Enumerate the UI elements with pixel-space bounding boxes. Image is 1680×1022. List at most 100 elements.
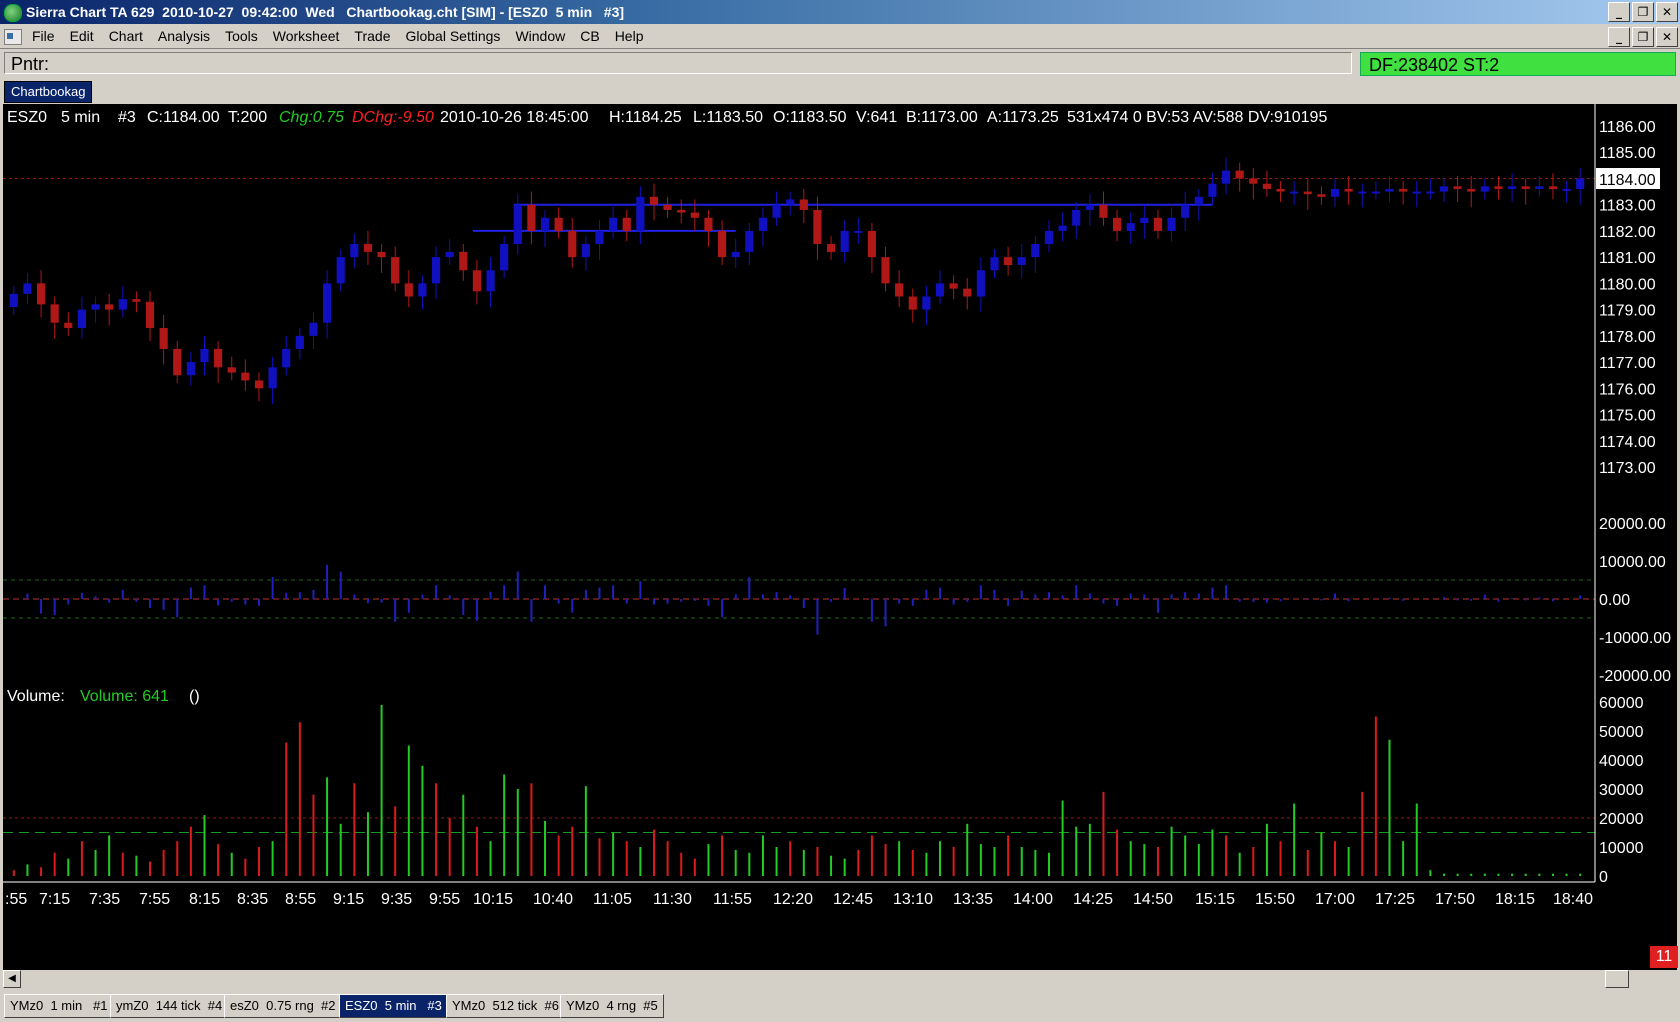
menu-analysis[interactable]: Analysis [158, 24, 210, 48]
candle-body [1399, 188, 1408, 192]
candle-body [1371, 191, 1380, 194]
time-axis-tick: 10:40 [533, 891, 573, 908]
candle-body [990, 257, 999, 271]
price-axis-tick: 1180.00 [1599, 276, 1656, 293]
chart-tab-1[interactable]: YMz0 1 min #1 [4, 994, 114, 1018]
chart-header-close: C:1184.00 [147, 109, 220, 126]
candle-body [1208, 183, 1217, 197]
menu-help[interactable]: Help [615, 24, 644, 48]
candle-body [881, 257, 890, 284]
menu-trade[interactable]: Trade [354, 24, 390, 48]
candle-body [1453, 186, 1462, 189]
menu-global-settings[interactable]: Global Settings [405, 24, 500, 48]
candle-body [472, 270, 481, 292]
candle-body [1044, 230, 1054, 245]
candle-body [9, 293, 18, 307]
volume-axis-tick: 60000 [1599, 695, 1644, 712]
candle-body [854, 230, 863, 233]
alert-count-badge[interactable]: 11 [1650, 946, 1678, 968]
child-minimize-button[interactable]: _ [1608, 27, 1630, 47]
time-axis-tick: :55 [5, 891, 27, 908]
candle-body [1085, 204, 1094, 210]
time-axis-tick: 13:10 [893, 891, 933, 908]
candle-body [1017, 257, 1026, 266]
candle-body [935, 283, 945, 297]
chart-header-interval: 5 min [61, 109, 100, 126]
menu-cb[interactable]: CB [580, 24, 599, 48]
candle-body [663, 204, 672, 210]
time-axis-tick: 13:35 [953, 891, 993, 908]
candle-body [23, 283, 32, 294]
candle-body [241, 372, 250, 381]
candle-body [867, 230, 876, 258]
candle-body [254, 380, 264, 389]
candle-body [1535, 186, 1544, 189]
price-axis-tick: 1185.00 [1599, 145, 1656, 162]
scrollbar-thumb[interactable] [1605, 970, 1629, 988]
chart-header-symbol: ESZ0 [7, 109, 47, 126]
price-axis-tick: 1186.00 [1599, 119, 1656, 136]
candle-body [1276, 188, 1285, 192]
time-axis-tick: 17:00 [1315, 891, 1355, 908]
candle-body [1099, 204, 1108, 218]
time-axis-tick: 15:50 [1255, 891, 1295, 908]
child-restore-button[interactable]: ❐ [1632, 27, 1654, 47]
time-axis-tick: 8:55 [285, 891, 316, 908]
pointer-field[interactable]: Pntr: [4, 52, 1352, 74]
restore-button[interactable]: ❐ [1632, 2, 1654, 22]
chart-canvas[interactable]: ESZ0 5 min #3 C:1184.00 T:200 Chg:0.75 D… [3, 104, 1677, 970]
time-axis-tick: 17:25 [1375, 891, 1415, 908]
price-axis-tick: 1177.00 [1599, 355, 1656, 372]
candle-body [323, 283, 332, 323]
menu-window[interactable]: Window [515, 24, 565, 48]
candle-body [105, 304, 114, 310]
time-axis-tick: 9:15 [333, 891, 364, 908]
child-close-button[interactable]: ✕ [1656, 27, 1678, 47]
candle-body [1004, 257, 1013, 266]
delta-axis-tick: -10000.00 [1599, 630, 1671, 647]
menu-file[interactable]: File [32, 24, 55, 48]
sierra-chart-app-icon[interactable] [4, 4, 22, 22]
scroll-left-arrow-icon[interactable]: ◀ [3, 970, 21, 988]
volume-axis-tick: 30000 [1599, 782, 1644, 799]
chart-area[interactable]: ESZ0 5 min #3 C:1184.00 T:200 Chg:0.75 D… [3, 104, 1677, 970]
time-axis-tick: 18:40 [1553, 891, 1593, 908]
chart-tab-4[interactable]: ESZ0 5 min #3 [339, 994, 448, 1018]
menu-chart[interactable]: Chart [109, 24, 143, 48]
chart-tab-5[interactable]: YMz0 512 tick #6 [446, 994, 565, 1018]
candle-body [1330, 188, 1340, 197]
chartbook-tab[interactable]: Chartbookag [4, 81, 93, 103]
pointer-bar: Pntr: DF:238402 ST:2 [0, 50, 1680, 78]
price-axis-tick: 1182.00 [1599, 224, 1656, 241]
horizontal-scrollbar[interactable]: ◀ [3, 970, 1677, 988]
child-window-controls: _ ❐ ✕ [1608, 27, 1678, 47]
minimize-button[interactable]: _ [1608, 2, 1630, 22]
candle-body [1426, 191, 1435, 194]
time-axis-tick: 11:05 [593, 891, 632, 908]
time-axis-tick: 11:30 [653, 891, 692, 908]
candle-body [1221, 170, 1231, 184]
time-axis-tick: 11:55 [713, 891, 752, 908]
candle-body [1385, 188, 1394, 192]
chart-tab-3[interactable]: esZ0 0.75 rng #2 [224, 994, 342, 1018]
menu-tools[interactable]: Tools [225, 24, 258, 48]
volume-axis-tick: 0 [1599, 869, 1608, 886]
candle-body [1235, 170, 1244, 179]
document-icon[interactable] [4, 29, 22, 45]
candle-body [527, 204, 536, 231]
close-button[interactable]: ✕ [1656, 2, 1678, 22]
candle-body [1167, 217, 1176, 231]
candle-body [459, 251, 468, 271]
menu-worksheet[interactable]: Worksheet [273, 24, 340, 48]
candle-body [404, 283, 413, 297]
candle-body [336, 257, 345, 284]
price-axis-tick: 1183.00 [1599, 198, 1656, 215]
time-axis-tick: 14:25 [1073, 891, 1113, 908]
chart-tab-6[interactable]: YMz0 4 rng #5 [560, 994, 664, 1018]
price-axis-tick: 1175.00 [1599, 408, 1656, 425]
candle-body [895, 283, 904, 297]
menu-edit[interactable]: Edit [70, 24, 94, 48]
time-axis-tick: 7:35 [89, 891, 120, 908]
chart-tab-2[interactable]: ymZ0 144 tick #4 [110, 994, 229, 1018]
price-axis-tick: 1178.00 [1599, 329, 1656, 346]
